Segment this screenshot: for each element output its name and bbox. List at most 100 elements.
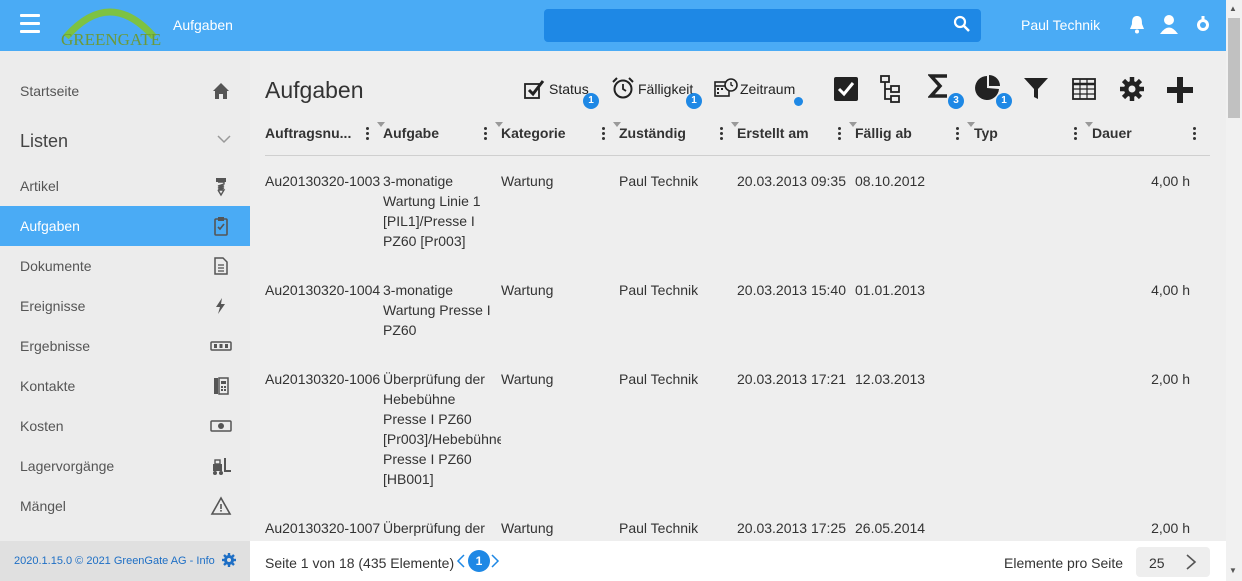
- col-menu-typ[interactable]: [1070, 125, 1080, 143]
- col-menu-dauer[interactable]: [1189, 125, 1199, 143]
- status-filter-button[interactable]: Status 1: [523, 74, 599, 109]
- col-menu-zustaendig[interactable]: [716, 125, 726, 143]
- menu-icon[interactable]: [20, 14, 40, 36]
- cell-aufgabe: Überprüfung der: [383, 520, 485, 536]
- add-icon[interactable]: [1166, 76, 1194, 104]
- sidebar-item-maengel[interactable]: Mängel: [0, 486, 250, 526]
- col-header-dauer[interactable]: Dauer: [1092, 125, 1132, 145]
- col-menu-kategorie[interactable]: [598, 125, 608, 143]
- sidebar-item-ergebnisse[interactable]: Ergebnisse: [0, 326, 250, 366]
- page-info: Seite 1 von 18 (435 Elemente): [265, 555, 455, 571]
- sidebar: Startseite Listen Artikel Aufgaben Dokum…: [0, 51, 250, 541]
- cell-erstellt-am: 20.03.2013 09:35: [737, 173, 846, 189]
- col-header-zustaendig[interactable]: Zuständig: [619, 125, 686, 145]
- cell-faellig-ab: 12.03.2013: [855, 371, 926, 387]
- header-title: Aufgaben: [173, 17, 233, 33]
- cell-auftragsnummer: Au20130320-1004: [265, 282, 381, 298]
- sidebar-item-dokumente[interactable]: Dokumente: [0, 246, 250, 286]
- sidebar-item-kosten[interactable]: Kosten: [0, 406, 250, 446]
- per-page-select[interactable]: 25: [1136, 547, 1210, 577]
- sigma-icon: [927, 74, 947, 98]
- search-icon[interactable]: [953, 15, 971, 33]
- col-header-auftragsnummer[interactable]: Auftragsnu...: [265, 125, 351, 145]
- filter-icon[interactable]: [1023, 77, 1049, 101]
- tree-structure-icon[interactable]: [880, 75, 902, 103]
- select-checkbox-icon[interactable]: [833, 76, 859, 102]
- sidebar-item-kontakte[interactable]: Kontakte: [0, 366, 250, 406]
- col-header-kategorie[interactable]: Kategorie: [501, 125, 566, 145]
- screw-icon: [216, 178, 226, 197]
- cell-auftragsnummer: Au20130320-1006: [265, 371, 381, 387]
- calendar-clock-icon: [714, 78, 738, 97]
- bell-icon[interactable]: [1126, 13, 1148, 35]
- chevron-down-icon: [217, 135, 231, 144]
- zeitraum-dot: [794, 97, 803, 106]
- user-icon[interactable]: [1158, 13, 1180, 35]
- money-icon: [210, 420, 232, 432]
- table-columns-icon[interactable]: [1072, 78, 1096, 100]
- cell-faellig-ab: 08.10.2012: [855, 173, 926, 189]
- counter-icon: [210, 341, 232, 351]
- cell-faellig-ab: 01.01.2013: [855, 282, 926, 298]
- top-bar: GREENGATE Aufgaben Paul Technik: [0, 0, 1226, 51]
- gear-icon[interactable]: [221, 552, 237, 568]
- status-badge: 1: [583, 93, 599, 109]
- settings-gear-icon[interactable]: [1119, 76, 1145, 102]
- forklift-icon: [213, 458, 231, 475]
- warning-icon: [210, 496, 232, 515]
- faelligkeit-badge: 1: [686, 93, 702, 109]
- col-header-erstellt-am[interactable]: Erstellt am: [737, 125, 809, 145]
- main-content: Aufgaben Status 1 Fälligkeit 1 Zeitraum: [250, 51, 1226, 541]
- sidebar-item-lagervorgaenge[interactable]: Lagervorgänge: [0, 446, 250, 486]
- scroll-up-icon[interactable]: ▲: [1229, 4, 1237, 13]
- sidebar-footer: 2020.1.15.0 © 2021 GreenGate AG - Info: [0, 541, 250, 581]
- chart-button[interactable]: 1: [974, 75, 1012, 109]
- scroll-down-icon[interactable]: ▼: [1229, 566, 1237, 575]
- cell-kategorie: Wartung: [501, 282, 554, 298]
- col-menu-erstellt-am[interactable]: [834, 125, 844, 143]
- zeitraum-filter-button[interactable]: Zeitraum: [713, 74, 808, 106]
- cell-aufgabe: 3-monatige Wartung Linie 1 [PIL1]/Presse I…: [383, 173, 481, 249]
- col-header-aufgabe[interactable]: Aufgabe: [383, 125, 439, 145]
- current-page-button[interactable]: 1: [468, 550, 490, 572]
- clipboard-check-icon: [214, 217, 228, 236]
- vertical-scrollbar[interactable]: ▲ ▼: [1226, 0, 1242, 581]
- chevron-right-icon: [1186, 554, 1197, 570]
- cell-zustaendig: Paul Technik: [619, 520, 699, 536]
- cell-zustaendig: Paul Technik: [619, 371, 699, 387]
- version-info-link[interactable]: 2020.1.15.0 © 2021 GreenGate AG - Info: [14, 555, 215, 567]
- greengate-logo[interactable]: GREENGATE: [58, 3, 163, 49]
- sidebar-item-ereignisse[interactable]: Ereignisse: [0, 286, 250, 326]
- svg-text:GREENGATE: GREENGATE: [61, 30, 161, 47]
- col-menu-faellig-ab[interactable]: [952, 125, 962, 143]
- cell-kategorie: Wartung: [501, 371, 554, 387]
- chevron-left-icon[interactable]: [456, 553, 466, 569]
- faelligkeit-filter-button[interactable]: Fälligkeit 1: [611, 74, 703, 109]
- page-title: Aufgaben: [265, 77, 364, 103]
- scrollbar-thumb[interactable]: [1228, 18, 1240, 118]
- cell-erstellt-am: 20.03.2013 15:40: [737, 282, 846, 298]
- col-header-faellig-ab[interactable]: Fällig ab: [855, 125, 912, 145]
- pagination-bar: Seite 1 von 18 (435 Elemente) 1 Elemente…: [250, 541, 1226, 581]
- document-icon: [214, 257, 228, 275]
- sidebar-section-listen[interactable]: Listen: [0, 119, 250, 163]
- cell-dauer: 2,00 h: [1151, 520, 1190, 536]
- user-name[interactable]: Paul Technik: [1021, 17, 1100, 33]
- cell-erstellt-am: 20.03.2013 17:21: [737, 371, 846, 387]
- cell-zustaendig: Paul Technik: [619, 282, 699, 298]
- cell-auftragsnummer: Au20130320-1007: [265, 520, 381, 536]
- col-menu-auftragsnummer[interactable]: [362, 125, 372, 143]
- col-header-typ[interactable]: Typ: [974, 125, 998, 145]
- search-input[interactable]: [544, 9, 981, 42]
- sidebar-item-aufgaben[interactable]: Aufgaben: [0, 206, 250, 246]
- sidebar-item-artikel[interactable]: Artikel: [0, 166, 250, 206]
- cell-aufgabe: 3-monatige Wartung Presse I PZ60: [383, 282, 491, 338]
- cell-dauer: 4,00 h: [1151, 282, 1190, 298]
- power-icon[interactable]: [1192, 13, 1214, 35]
- cell-kategorie: Wartung: [501, 173, 554, 189]
- sum-badge: 3: [948, 93, 964, 109]
- sidebar-item-startseite[interactable]: Startseite: [0, 71, 250, 111]
- chevron-right-icon[interactable]: [490, 553, 500, 569]
- sum-button[interactable]: 3: [927, 73, 964, 109]
- col-menu-aufgabe[interactable]: [480, 125, 490, 143]
